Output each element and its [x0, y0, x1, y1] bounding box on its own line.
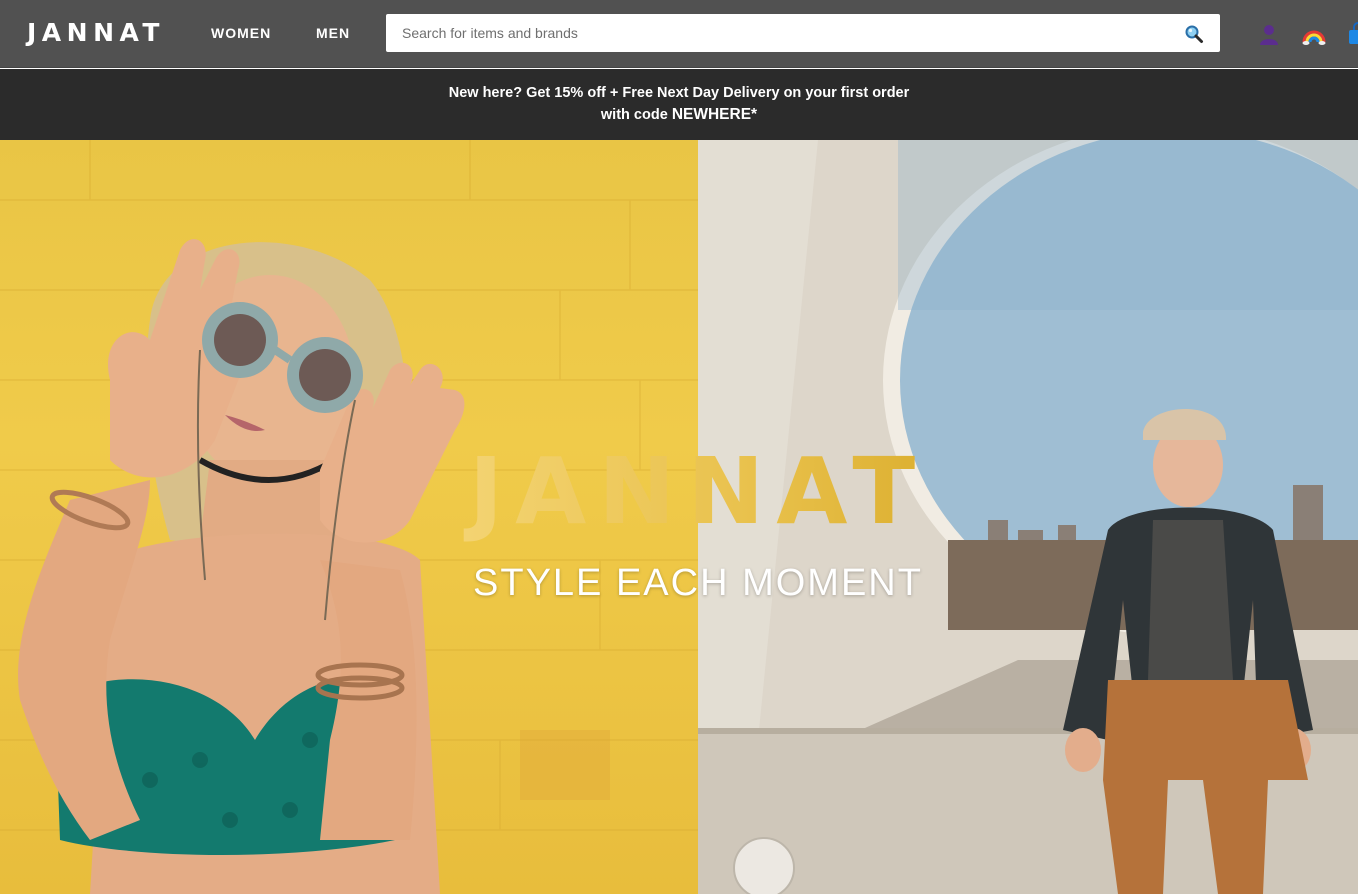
nav-link-women[interactable]: WOMEN [211, 24, 271, 42]
hero-men-illustration [698, 140, 1358, 894]
search-box [386, 14, 1220, 52]
top-navigation-bar: JANNAT WOMEN MEN [0, 0, 1358, 68]
nav-link-men[interactable]: MEN [316, 24, 350, 42]
site-logo[interactable]: JANNAT [27, 18, 165, 48]
search-input[interactable] [386, 14, 1166, 52]
hero-banner: JANNAT STYLE EACH MOMENT [0, 140, 1358, 894]
hero-women-image[interactable] [0, 140, 698, 894]
promo-code: NEWHERE* [671, 106, 758, 123]
search-icon[interactable] [1184, 24, 1204, 44]
promo-code-prefix: with code [600, 107, 672, 123]
promo-line-1: New here? Get 15% off + Free Next Day De… [448, 85, 910, 101]
hero-men-image[interactable] [698, 140, 1358, 894]
shopping-bag-icon[interactable] [1346, 22, 1358, 46]
promo-line-2: with code NEWHERE* [0, 104, 1358, 126]
hero-women-illustration [0, 140, 698, 894]
rainbow-icon[interactable] [1302, 22, 1326, 46]
account-icon[interactable] [1257, 22, 1281, 46]
promo-banner[interactable]: New here? Get 15% off + Free Next Day De… [0, 69, 1358, 140]
